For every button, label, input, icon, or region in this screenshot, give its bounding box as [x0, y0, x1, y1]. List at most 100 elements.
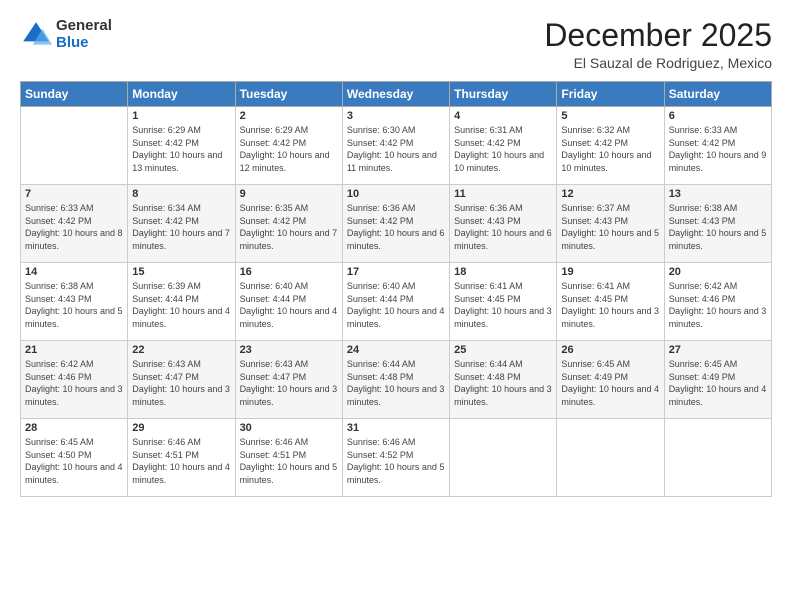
day-info: Sunrise: 6:43 AMSunset: 4:47 PMDaylight:… [132, 359, 230, 407]
page: General Blue December 2025 El Sauzal de … [0, 0, 792, 612]
day-number: 18 [454, 266, 552, 278]
day-number: 23 [240, 344, 338, 356]
calendar-cell: 29 Sunrise: 6:46 AMSunset: 4:51 PMDayligh… [128, 419, 235, 497]
calendar-day-header: Sunday [21, 82, 128, 107]
day-number: 24 [347, 344, 445, 356]
calendar-cell [557, 419, 664, 497]
calendar-cell: 19Sunrise: 6:41 AMSunset: 4:45 PMDayligh… [557, 263, 664, 341]
day-info: Sunrise: 6:41 AMSunset: 4:45 PMDaylight:… [454, 281, 552, 329]
day-number: 20 [669, 266, 767, 278]
day-info: Sunrise: 6:36 AMSunset: 4:43 PMDaylight:… [454, 203, 552, 251]
calendar-cell: 3Sunrise: 6:30 AMSunset: 4:42 PMDaylight… [342, 107, 449, 185]
day-info: Sunrise: 6:44 AMSunset: 4:48 PMDaylight:… [347, 359, 445, 407]
day-number: 25 [454, 344, 552, 356]
logo-text: General Blue [56, 18, 112, 51]
calendar-day-header: Wednesday [342, 82, 449, 107]
day-info: Sunrise: 6:29 AMSunset: 4:42 PMDaylight:… [132, 125, 222, 173]
logo-blue-text: Blue [56, 35, 112, 52]
day-number: 7 [25, 188, 123, 200]
calendar-day-header: Saturday [664, 82, 771, 107]
day-info: Sunrise: 6:34 AMSunset: 4:42 PMDaylight:… [132, 203, 230, 251]
day-number: 27 [669, 344, 767, 356]
day-info: Sunrise: 6:44 AMSunset: 4:48 PMDaylight:… [454, 359, 552, 407]
day-number: 2 [240, 110, 338, 122]
day-number: 26 [561, 344, 659, 356]
day-number: 3 [347, 110, 445, 122]
calendar-cell: 4 Sunrise: 6:31 AMSunset: 4:42 PMDaylight… [450, 107, 557, 185]
calendar-cell: 1Sunrise: 6:29 AMSunset: 4:42 PMDaylight… [128, 107, 235, 185]
day-number: 10 [347, 188, 445, 200]
title-block: December 2025 El Sauzal de Rodriguez, Me… [544, 18, 772, 71]
calendar-cell: 12Sunrise: 6:37 AMSunset: 4:43 PMDayligh… [557, 185, 664, 263]
day-info: Sunrise: 6:40 AMSunset: 4:44 PMDaylight:… [347, 281, 445, 329]
sub-title: El Sauzal de Rodriguez, Mexico [544, 55, 772, 71]
calendar-cell: 13Sunrise: 6:38 AMSunset: 4:43 PMDayligh… [664, 185, 771, 263]
calendar-cell: 9Sunrise: 6:35 AMSunset: 4:42 PMDaylight… [235, 185, 342, 263]
calendar-cell: 31 Sunrise: 6:46 AMSunset: 4:52 PMDayligh… [342, 419, 449, 497]
calendar-cell: 10 Sunrise: 6:36 AMSunset: 4:42 PMDayligh… [342, 185, 449, 263]
calendar-week-row: 28 Sunrise: 6:45 AMSunset: 4:50 PMDayligh… [21, 419, 772, 497]
calendar-cell: 11 Sunrise: 6:36 AMSunset: 4:43 PMDayligh… [450, 185, 557, 263]
day-info: Sunrise: 6:31 AMSunset: 4:42 PMDaylight:… [454, 125, 544, 173]
day-number: 4 [454, 110, 552, 122]
day-number: 8 [132, 188, 230, 200]
day-info: Sunrise: 6:45 AMSunset: 4:50 PMDaylight:… [25, 437, 123, 485]
day-number: 9 [240, 188, 338, 200]
calendar-cell: 5 Sunrise: 6:32 AMSunset: 4:42 PMDaylight… [557, 107, 664, 185]
day-number: 21 [25, 344, 123, 356]
calendar-cell: 21 Sunrise: 6:42 AMSunset: 4:46 PMDayligh… [21, 341, 128, 419]
calendar-cell: 27 Sunrise: 6:45 AMSunset: 4:49 PMDayligh… [664, 341, 771, 419]
calendar-cell [21, 107, 128, 185]
calendar-cell: 24 Sunrise: 6:44 AMSunset: 4:48 PMDayligh… [342, 341, 449, 419]
day-number: 29 [132, 422, 230, 434]
day-number: 30 [240, 422, 338, 434]
day-number: 11 [454, 188, 552, 200]
day-number: 22 [132, 344, 230, 356]
day-number: 14 [25, 266, 123, 278]
day-info: Sunrise: 6:33 AMSunset: 4:42 PMDaylight:… [669, 125, 767, 173]
day-info: Sunrise: 6:46 AMSunset: 4:52 PMDaylight:… [347, 437, 445, 485]
day-info: Sunrise: 6:43 AMSunset: 4:47 PMDaylight:… [240, 359, 338, 407]
day-info: Sunrise: 6:40 AMSunset: 4:44 PMDaylight:… [240, 281, 338, 329]
day-info: Sunrise: 6:29 AMSunset: 4:42 PMDaylight:… [240, 125, 330, 173]
day-info: Sunrise: 6:46 AMSunset: 4:51 PMDaylight:… [132, 437, 230, 485]
day-number: 16 [240, 266, 338, 278]
day-info: Sunrise: 6:39 AMSunset: 4:44 PMDaylight:… [132, 281, 230, 329]
day-info: Sunrise: 6:45 AMSunset: 4:49 PMDaylight:… [561, 359, 659, 407]
day-number: 17 [347, 266, 445, 278]
day-number: 5 [561, 110, 659, 122]
calendar-cell: 20 Sunrise: 6:42 AMSunset: 4:46 PMDayligh… [664, 263, 771, 341]
calendar-week-row: 1Sunrise: 6:29 AMSunset: 4:42 PMDaylight… [21, 107, 772, 185]
calendar-cell: 15Sunrise: 6:39 AMSunset: 4:44 PMDayligh… [128, 263, 235, 341]
day-info: Sunrise: 6:38 AMSunset: 4:43 PMDaylight:… [25, 281, 123, 329]
day-info: Sunrise: 6:32 AMSunset: 4:42 PMDaylight:… [561, 125, 651, 173]
calendar-cell: 17 Sunrise: 6:40 AMSunset: 4:44 PMDayligh… [342, 263, 449, 341]
day-info: Sunrise: 6:42 AMSunset: 4:46 PMDaylight:… [25, 359, 123, 407]
calendar-day-header: Friday [557, 82, 664, 107]
calendar-day-header: Monday [128, 82, 235, 107]
day-info: Sunrise: 6:36 AMSunset: 4:42 PMDaylight:… [347, 203, 445, 251]
day-info: Sunrise: 6:42 AMSunset: 4:46 PMDaylight:… [669, 281, 767, 329]
calendar-cell: 2 Sunrise: 6:29 AMSunset: 4:42 PMDaylight… [235, 107, 342, 185]
day-number: 12 [561, 188, 659, 200]
calendar-cell [450, 419, 557, 497]
calendar-week-row: 21 Sunrise: 6:42 AMSunset: 4:46 PMDayligh… [21, 341, 772, 419]
calendar-cell: 14 Sunrise: 6:38 AMSunset: 4:43 PMDayligh… [21, 263, 128, 341]
day-number: 19 [561, 266, 659, 278]
day-info: Sunrise: 6:38 AMSunset: 4:43 PMDaylight:… [669, 203, 767, 251]
calendar-day-header: Thursday [450, 82, 557, 107]
day-number: 31 [347, 422, 445, 434]
logo-general-text: General [56, 18, 112, 35]
day-number: 28 [25, 422, 123, 434]
header: General Blue December 2025 El Sauzal de … [20, 18, 772, 71]
calendar-cell: 23 Sunrise: 6:43 AMSunset: 4:47 PMDayligh… [235, 341, 342, 419]
calendar-cell: 18 Sunrise: 6:41 AMSunset: 4:45 PMDayligh… [450, 263, 557, 341]
calendar-cell: 22 Sunrise: 6:43 AMSunset: 4:47 PMDayligh… [128, 341, 235, 419]
calendar-cell [664, 419, 771, 497]
logo-icon [20, 19, 52, 51]
day-info: Sunrise: 6:46 AMSunset: 4:51 PMDaylight:… [240, 437, 338, 485]
calendar-cell: 26 Sunrise: 6:45 AMSunset: 4:49 PMDayligh… [557, 341, 664, 419]
calendar-week-row: 14 Sunrise: 6:38 AMSunset: 4:43 PMDayligh… [21, 263, 772, 341]
logo: General Blue [20, 18, 112, 51]
day-info: Sunrise: 6:45 AMSunset: 4:49 PMDaylight:… [669, 359, 767, 407]
